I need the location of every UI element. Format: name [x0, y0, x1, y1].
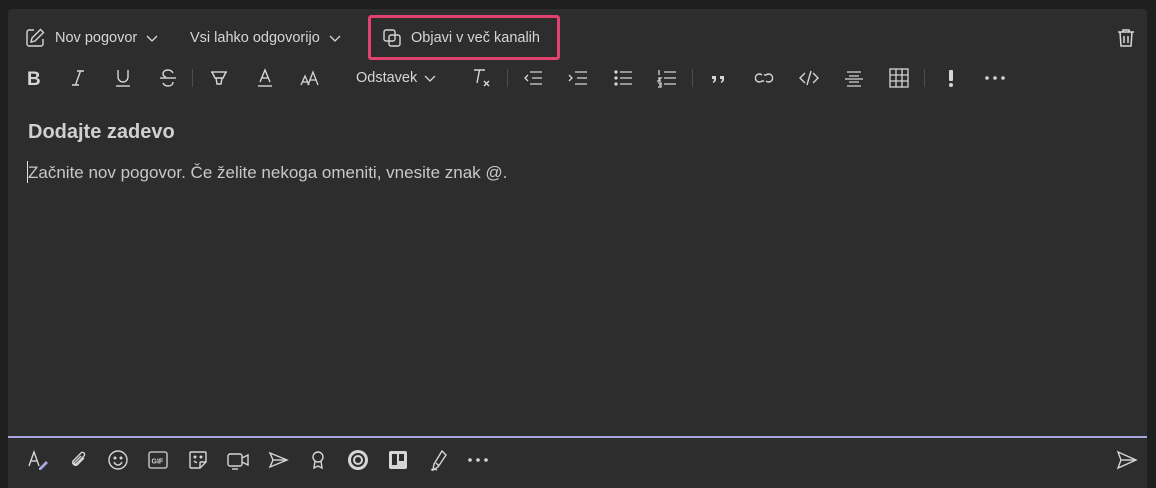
emoji-icon — [108, 450, 128, 470]
approvals-icon — [430, 449, 447, 472]
toolbar-divider — [692, 69, 693, 87]
bulleted-list-icon — [614, 70, 632, 86]
horizontal-rule-icon — [845, 71, 863, 87]
stream-button[interactable] — [264, 445, 292, 475]
more-formatting-button[interactable] — [981, 63, 1009, 93]
chevron-down-icon — [146, 35, 158, 42]
font-color-button[interactable] — [251, 63, 279, 93]
toolbar-divider — [924, 69, 925, 87]
sticker-icon — [189, 451, 207, 469]
underline-icon — [116, 70, 130, 87]
trello-icon — [389, 451, 407, 469]
compose-top-bar: Nov pogovor Vsi lahko odgovorijo Objavi … — [8, 9, 1147, 67]
gif-icon: GIF — [148, 451, 168, 469]
trello-button[interactable] — [384, 445, 412, 475]
underline-button[interactable] — [109, 63, 137, 93]
numbered-list-button[interactable] — [653, 63, 681, 93]
numbered-list-icon — [656, 70, 676, 88]
chevron-down-icon — [329, 35, 341, 42]
important-icon — [949, 70, 953, 87]
strikethrough-icon — [160, 69, 176, 87]
reply-setting-dropdown[interactable]: Vsi lahko odgovorijo — [190, 23, 342, 53]
increase-indent-button[interactable] — [564, 63, 592, 93]
approvals-button[interactable] — [424, 445, 452, 475]
copy-channels-icon — [383, 29, 401, 47]
praise-button[interactable] — [304, 445, 332, 475]
more-apps-icon — [468, 458, 488, 462]
more-apps-button[interactable] — [464, 445, 492, 475]
toolbar-divider — [507, 69, 508, 87]
code-button[interactable] — [795, 63, 823, 93]
sticker-button[interactable] — [184, 445, 212, 475]
code-icon — [799, 70, 819, 86]
increase-indent-icon — [568, 71, 587, 85]
compose-icon — [26, 28, 45, 47]
emoji-button[interactable] — [104, 445, 132, 475]
chevron-down-icon — [424, 75, 436, 82]
strikethrough-button[interactable] — [154, 63, 182, 93]
loop-button[interactable] — [344, 445, 372, 475]
send-button[interactable] — [1113, 445, 1141, 475]
paragraph-label: Odstavek — [356, 70, 418, 86]
attach-button[interactable] — [64, 445, 92, 475]
table-button[interactable] — [885, 63, 913, 93]
font-size-icon — [300, 70, 319, 86]
highlight-icon — [211, 71, 227, 85]
compose-bottom-toolbar: GIF — [8, 445, 1147, 475]
focus-underline — [8, 436, 1147, 438]
format-icon — [28, 449, 48, 470]
new-conversation-dropdown[interactable]: Nov pogovor — [24, 23, 159, 53]
link-button[interactable] — [750, 63, 778, 93]
link-icon — [754, 73, 774, 83]
font-color-icon — [258, 68, 272, 87]
post-multiple-label: Objavi v več kanalih — [411, 30, 540, 46]
post-in-multiple-channels-button[interactable]: Objavi v več kanalih — [382, 23, 540, 53]
meet-now-button[interactable] — [224, 445, 252, 475]
table-icon — [889, 68, 909, 88]
new-conversation-label: Nov pogovor — [55, 30, 138, 46]
praise-icon — [312, 451, 324, 470]
reply-setting-label: Vsi lahko odgovorijo — [190, 30, 320, 46]
meet-now-icon — [227, 453, 249, 470]
bulleted-list-button[interactable] — [609, 63, 637, 93]
quote-icon — [712, 76, 724, 83]
message-body-field[interactable]: Začnite nov pogovor. Če želite nekoga om… — [28, 163, 507, 183]
compose-box: Nov pogovor Vsi lahko odgovorijo Objavi … — [8, 9, 1147, 488]
mark-important-button[interactable] — [937, 63, 965, 93]
loop-icon — [348, 450, 368, 470]
format-button[interactable] — [24, 445, 52, 475]
more-options-icon — [985, 76, 1005, 80]
stream-icon — [268, 451, 289, 469]
trash-icon — [1118, 29, 1134, 47]
clear-formatting-button[interactable] — [468, 63, 496, 93]
formatting-toolbar: B Odstavek — [8, 63, 1147, 93]
send-icon — [1116, 450, 1138, 470]
clear-format-icon — [474, 69, 490, 87]
decrease-indent-icon — [524, 71, 542, 85]
bold-icon: B — [27, 69, 41, 88]
italic-button[interactable] — [64, 63, 92, 93]
highlight-button[interactable] — [205, 63, 233, 93]
italic-icon — [72, 70, 84, 86]
svg-text:GIF: GIF — [152, 459, 164, 466]
decrease-indent-button[interactable] — [519, 63, 547, 93]
bold-button[interactable]: B — [20, 63, 48, 93]
horizontal-rule-button[interactable] — [840, 63, 868, 93]
attach-icon — [72, 451, 86, 466]
font-size-button[interactable] — [296, 63, 324, 93]
toolbar-divider — [192, 69, 193, 87]
svg-text:B: B — [27, 69, 41, 88]
paragraph-style-dropdown[interactable]: Odstavek — [356, 63, 437, 93]
gif-button[interactable]: GIF — [144, 445, 172, 475]
discard-button[interactable] — [1115, 27, 1137, 49]
subject-field[interactable]: Dodajte zadevo — [28, 121, 175, 144]
quote-button[interactable] — [705, 63, 733, 93]
